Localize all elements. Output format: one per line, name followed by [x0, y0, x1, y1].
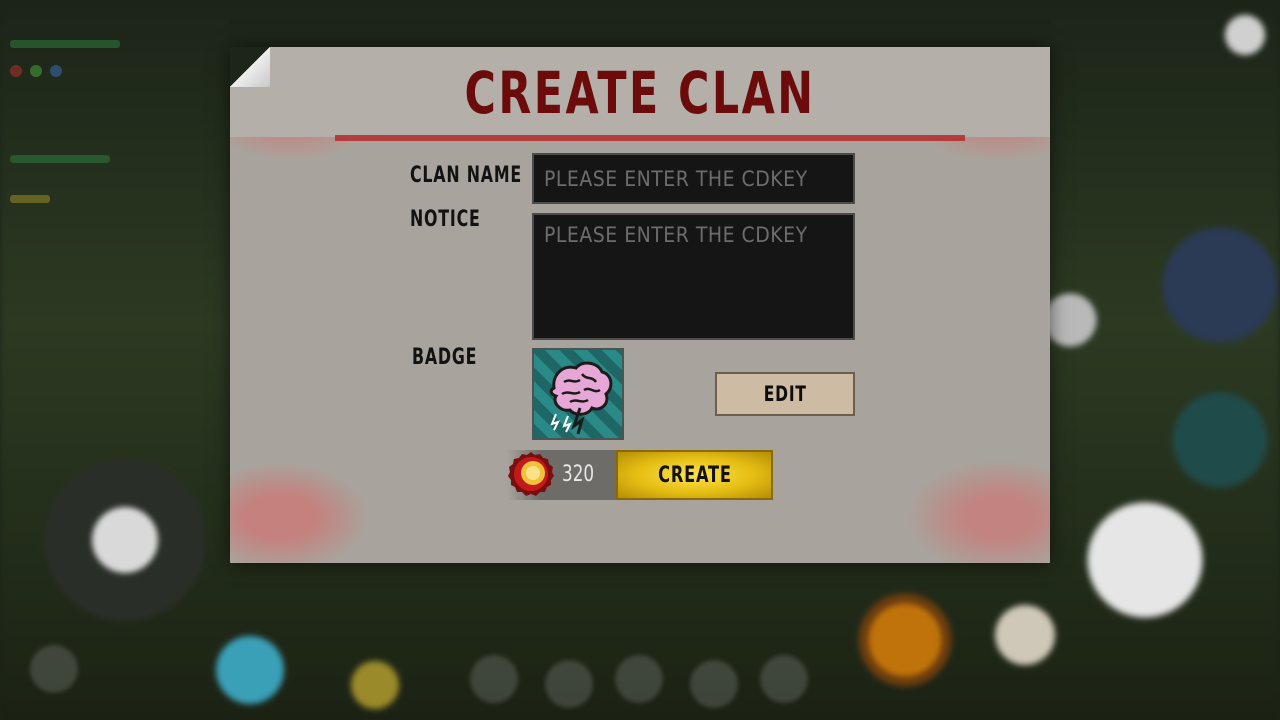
cost-value: 320 — [562, 462, 595, 487]
brain-icon — [549, 361, 613, 435]
paper-fold-icon — [230, 47, 270, 87]
badge-label: BADGE — [412, 345, 478, 370]
edit-badge-button[interactable]: EDIT — [715, 372, 855, 416]
create-clan-label: CREATE — [657, 462, 732, 488]
title-divider — [335, 135, 965, 141]
dialog-title: CREATE CLAN — [464, 59, 816, 127]
blurred-hud-status — [0, 0, 230, 300]
notice-label: NOTICE — [410, 207, 481, 232]
clan-name-label: CLAN NAME — [410, 163, 523, 188]
clan-badge[interactable] — [532, 348, 624, 440]
bottle-cap-coin-icon — [508, 452, 554, 496]
create-cost: 320 — [507, 450, 617, 500]
create-clan-button[interactable]: CREATE — [616, 450, 773, 500]
notice-textarea[interactable] — [532, 213, 855, 340]
edit-badge-label: EDIT — [763, 382, 807, 406]
clan-name-input[interactable] — [532, 153, 855, 204]
create-clan-dialog: CREATE CLAN CLAN NAME NOTICE BADGE EDIT — [230, 47, 1050, 563]
